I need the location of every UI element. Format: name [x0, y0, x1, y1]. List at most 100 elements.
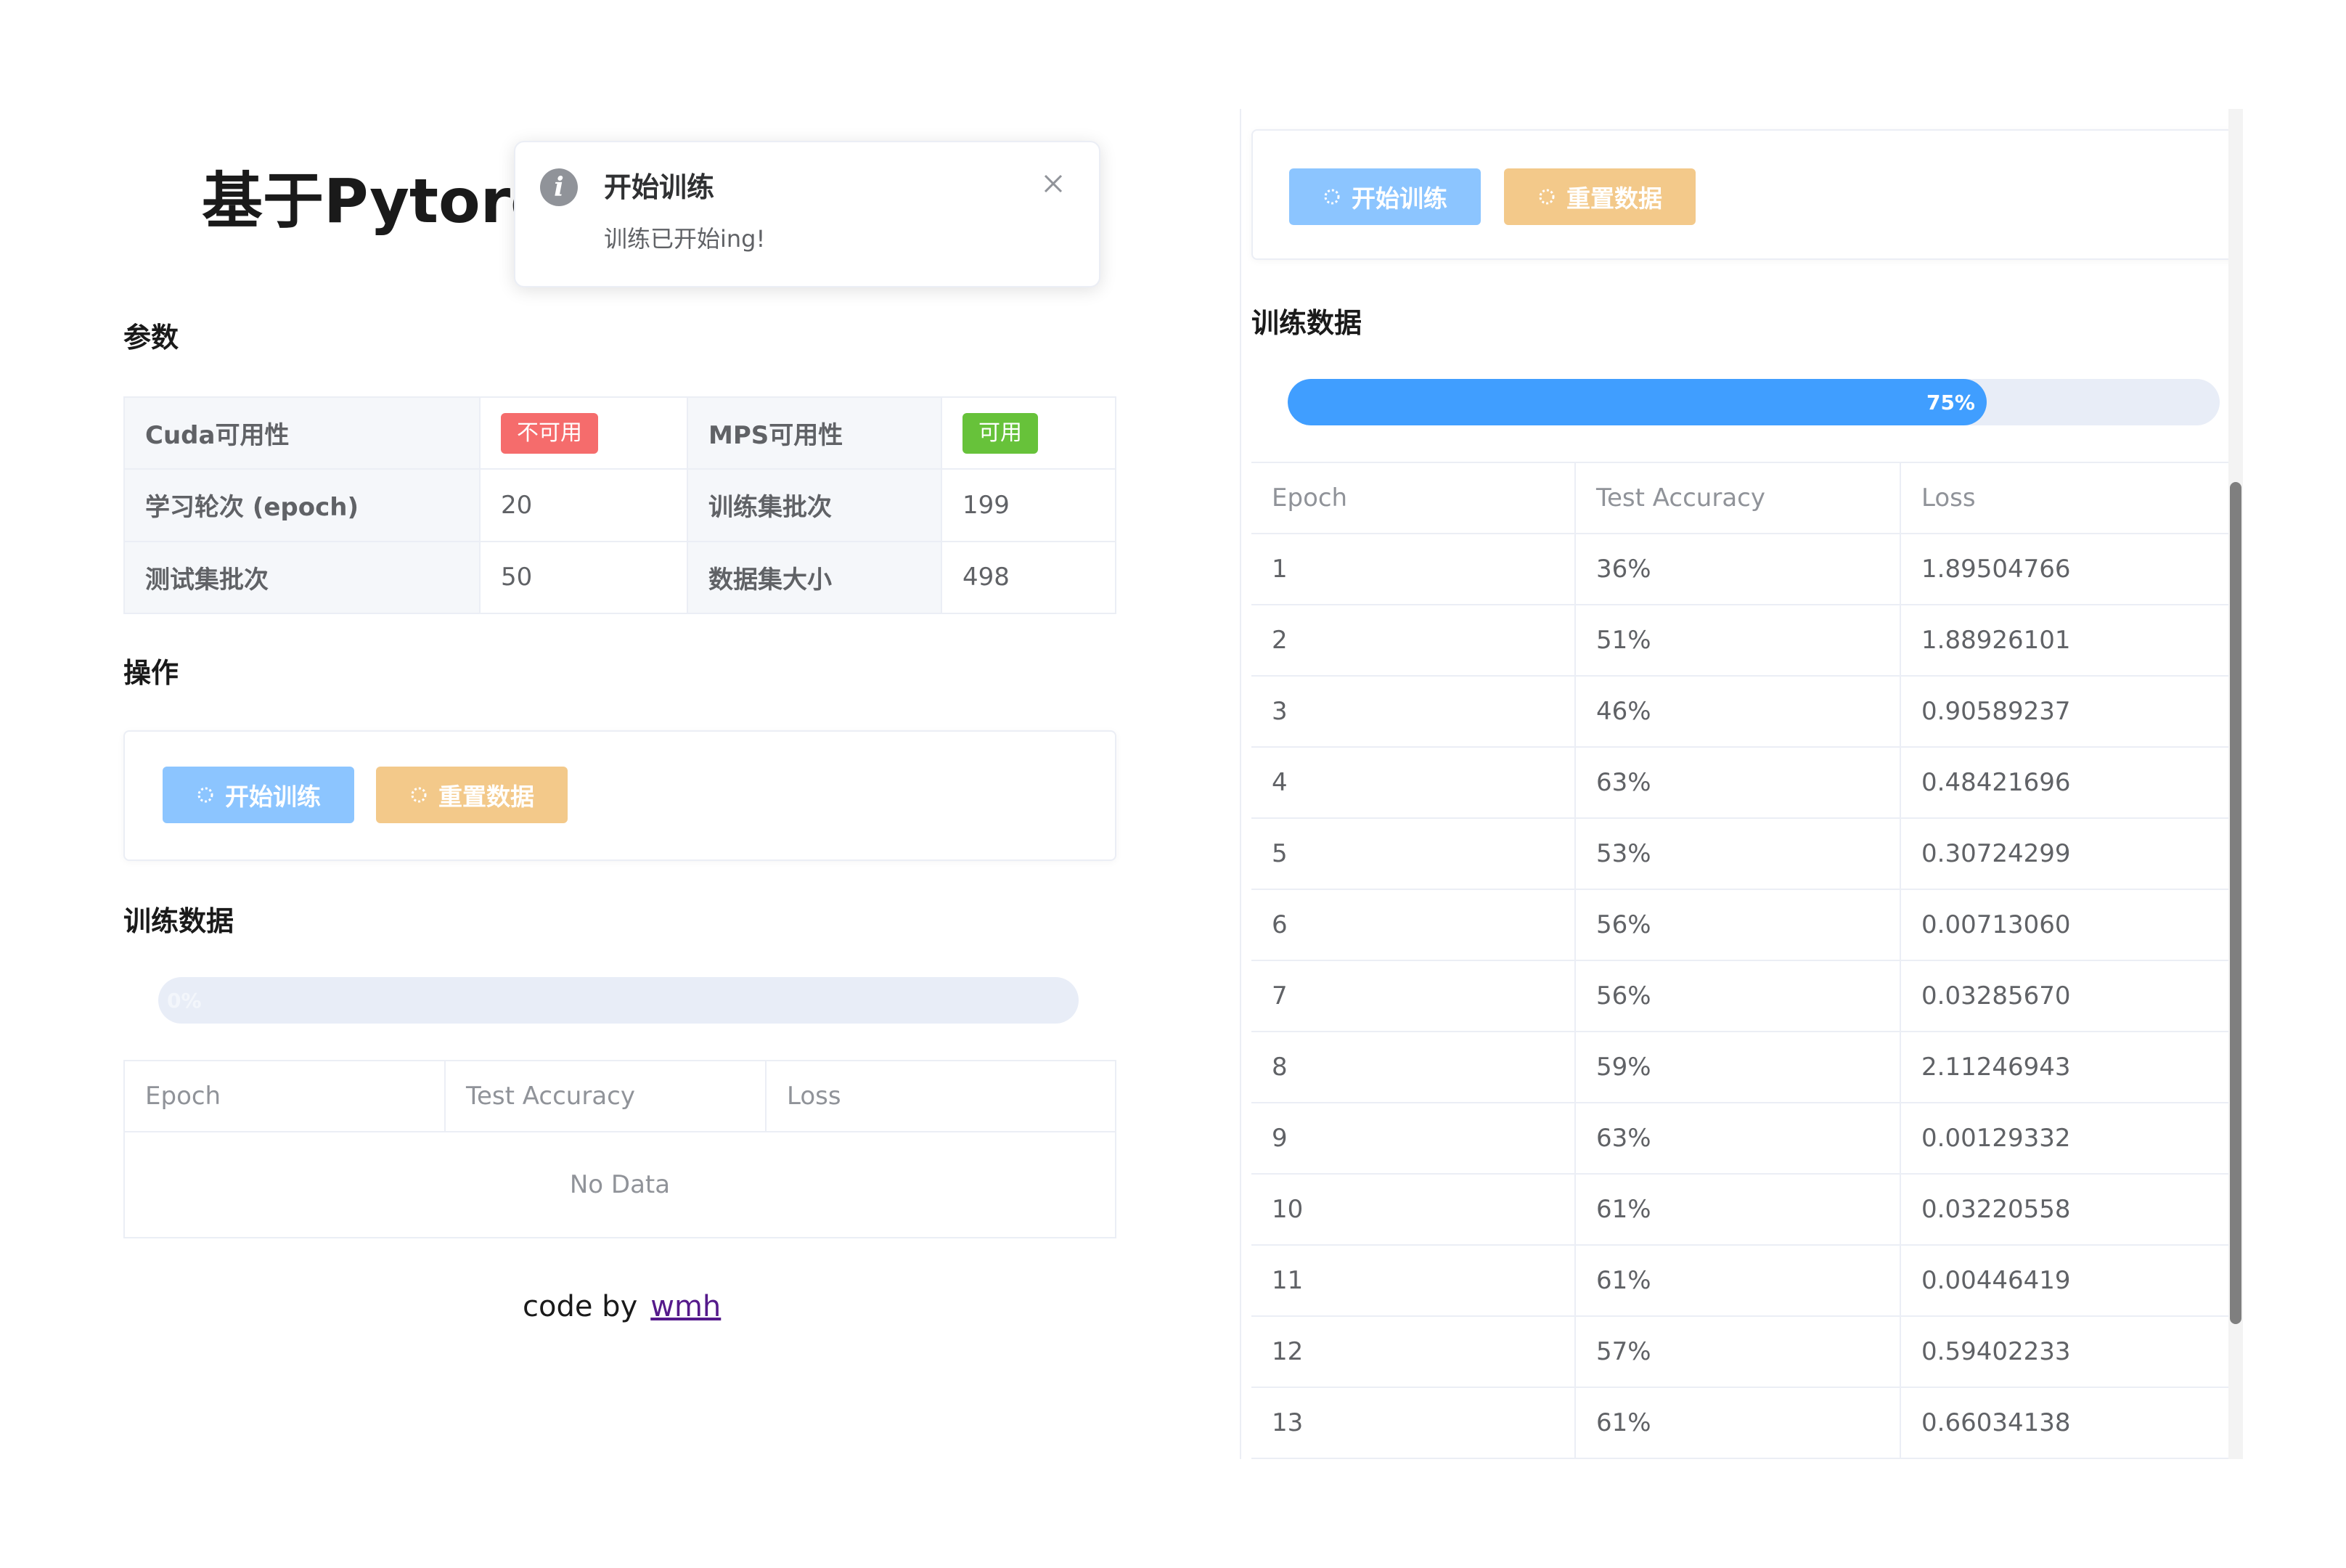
params-row: 测试集批次 50 数据集大小 498 [123, 540, 1116, 615]
loss-cell: 0.90589237 [1900, 676, 2243, 748]
training-progress-bar: 75% [1288, 379, 2220, 425]
start-training-label: 开始训练 [1352, 184, 1447, 213]
progress-fill: 75% [1288, 379, 1987, 425]
loading-icon [197, 787, 213, 803]
loss-cell: 1.89504766 [1900, 534, 2243, 605]
epoch-cell: 7 [1251, 960, 1576, 1032]
notification-message: 训练已开始ing! [604, 225, 766, 253]
table-row: 2 51% 1.88926101 [1251, 605, 2243, 677]
loss-cell: 0.00129332 [1900, 1103, 2243, 1175]
start-training-button[interactable]: 开始训练 [163, 767, 354, 823]
table-row: 1 36% 1.89504766 [1251, 534, 2243, 605]
accuracy-cell: 63% [1575, 747, 1901, 819]
table-row: 9 63% 0.00129332 [1251, 1103, 2243, 1175]
epoch-cell: 13 [1251, 1387, 1576, 1459]
progress-label: 75% [1926, 391, 1975, 415]
table-row: 10 61% 0.03220558 [1251, 1174, 2243, 1246]
epoch-cell: 8 [1251, 1032, 1576, 1103]
accuracy-cell: 61% [1575, 1245, 1901, 1317]
section-title-operations: 操作 [123, 657, 179, 689]
training-table-empty: Epoch Test Accuracy Loss No Data [123, 1060, 1116, 1238]
start-training-button[interactable]: 开始训练 [1289, 168, 1481, 225]
section-title-params: 参数 [123, 322, 179, 354]
table-row: 6 56% 0.00713060 [1251, 889, 2243, 961]
epoch-cell: 5 [1251, 818, 1576, 890]
accuracy-cell: 46% [1575, 676, 1901, 748]
cuda-status-tag: 不可用 [501, 412, 598, 454]
params-table: Cuda可用性 不可用 MPS可用性 可用 学习轮次 (epoch) 20 训练… [123, 396, 1116, 615]
loss-cell: 0.03285670 [1900, 960, 2243, 1032]
loss-cell: 0.66034138 [1900, 1387, 2243, 1459]
training-table: Epoch Test Accuracy Loss 1 36% 1.89504766 2… [1251, 462, 2243, 1459]
epoch-cell: 1 [1251, 534, 1576, 605]
test-batches-value: 50 [479, 540, 688, 615]
table-header-row: Epoch Test Accuracy Loss [123, 1060, 1116, 1132]
epoch-cell: 11 [1251, 1245, 1576, 1317]
page-title: 基于Pytorch [202, 166, 514, 237]
loading-icon [1324, 189, 1340, 205]
reset-data-label: 重置数据 [438, 783, 534, 811]
table-row: 13 61% 0.66034138 [1251, 1387, 2243, 1459]
accuracy-cell: 56% [1575, 889, 1901, 961]
epoch-cell: 6 [1251, 889, 1576, 961]
dataset-size-value: 498 [941, 540, 1116, 615]
section-title-training-data: 训练数据 [123, 905, 234, 937]
table-row: 11 61% 0.00446419 [1251, 1245, 2243, 1317]
train-batches-label: 训练集批次 [687, 468, 942, 542]
cuda-label: Cuda可用性 [123, 396, 481, 470]
scrollbar-thumb[interactable] [2230, 482, 2241, 1324]
table-row: 12 57% 0.59402233 [1251, 1316, 2243, 1388]
loss-cell: 0.00713060 [1900, 889, 2243, 961]
column-header-loss: Loss [766, 1060, 1116, 1132]
accuracy-cell: 57% [1575, 1316, 1901, 1388]
mps-status-tag: 可用 [962, 412, 1038, 454]
accuracy-cell: 53% [1575, 818, 1901, 890]
epoch-cell: 10 [1251, 1174, 1576, 1246]
accuracy-cell: 51% [1575, 605, 1901, 677]
column-header-epoch: Epoch [1251, 462, 1576, 534]
loss-cell: 0.30724299 [1900, 818, 2243, 890]
table-row: 5 53% 0.30724299 [1251, 818, 2243, 890]
close-icon[interactable] [1038, 168, 1068, 199]
loss-cell: 0.59402233 [1900, 1316, 2243, 1388]
training-progress-bar: 0% [158, 977, 1079, 1024]
params-row: Cuda可用性 不可用 MPS可用性 可用 [123, 396, 1116, 470]
operations-card: 开始训练 重置数据 [1251, 129, 2243, 260]
epoch-cell: 3 [1251, 676, 1576, 748]
table-row: 7 56% 0.03285670 [1251, 960, 2243, 1032]
empty-text: No Data [123, 1132, 1116, 1238]
right-panel[interactable]: 开始训练 重置数据 训练数据 75% Epoch Test Accuracy L… [1240, 109, 2243, 1459]
column-header-loss: Loss [1900, 462, 2243, 534]
train-batches-value: 199 [941, 468, 1116, 542]
loss-cell: 1.88926101 [1900, 605, 2243, 677]
column-header-epoch: Epoch [123, 1060, 446, 1132]
epoch-cell: 2 [1251, 605, 1576, 677]
test-batches-label: 测试集批次 [123, 540, 481, 615]
accuracy-cell: 56% [1575, 960, 1901, 1032]
epoch-label: 学习轮次 (epoch) [123, 468, 481, 542]
table-row: 3 46% 0.90589237 [1251, 676, 2243, 748]
notification-title: 开始训练 [604, 171, 715, 203]
loss-cell: 0.48421696 [1900, 747, 2243, 819]
mps-label: MPS可用性 [687, 396, 942, 470]
author-link[interactable]: wmh [650, 1290, 721, 1323]
info-icon: i [540, 168, 578, 206]
accuracy-cell: 63% [1575, 1103, 1901, 1175]
column-header-accuracy: Test Accuracy [1575, 462, 1901, 534]
params-row: 学习轮次 (epoch) 20 训练集批次 199 [123, 468, 1116, 542]
reset-data-label: 重置数据 [1566, 184, 1662, 213]
column-header-accuracy: Test Accuracy [445, 1060, 767, 1132]
start-training-label: 开始训练 [225, 783, 321, 811]
epoch-value: 20 [479, 468, 688, 542]
accuracy-cell: 36% [1575, 534, 1901, 605]
table-row: 8 59% 2.11246943 [1251, 1032, 2243, 1103]
reset-data-button[interactable]: 重置数据 [376, 767, 568, 823]
reset-data-button[interactable]: 重置数据 [1504, 168, 1696, 225]
loss-cell: 2.11246943 [1900, 1032, 2243, 1103]
table-header-row: Epoch Test Accuracy Loss [1251, 462, 2243, 534]
progress-label: 0% [167, 989, 202, 1013]
loading-icon [411, 787, 427, 803]
notification: i 开始训练 训练已开始ing! [514, 141, 1100, 287]
footer-prefix: code by [523, 1290, 638, 1323]
empty-row: No Data [123, 1132, 1116, 1238]
